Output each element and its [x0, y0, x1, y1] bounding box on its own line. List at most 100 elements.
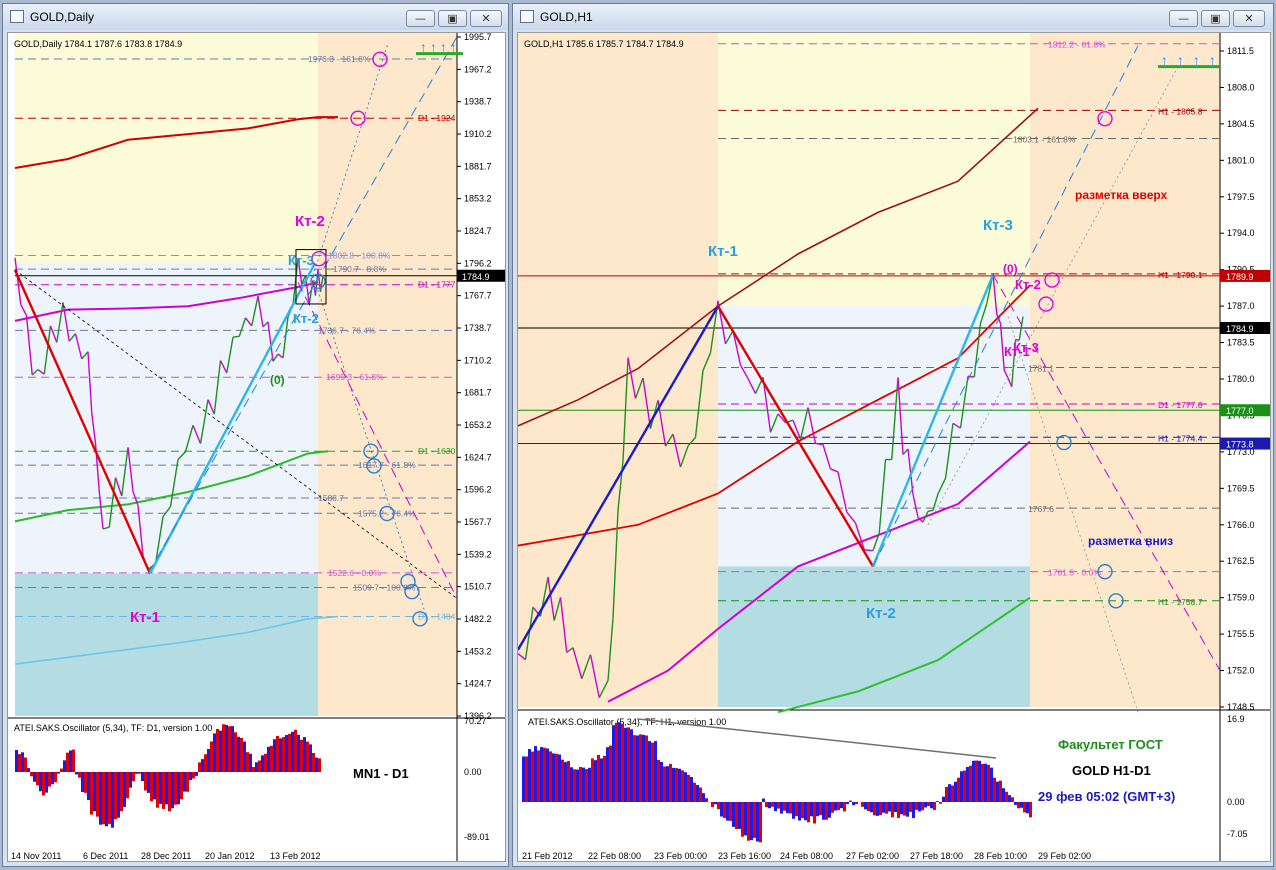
oscillator-bar [81, 772, 84, 793]
x-tick-label: 6 Dec 2011 [83, 851, 128, 861]
oscillator-bar [921, 802, 924, 811]
right-chart-window[interactable]: GOLD,H1 — ▣ ✕ GOLD,H1 1785.6 1785.7 1784… [512, 3, 1274, 867]
oscillator-bar [876, 802, 879, 816]
oscillator-bar [996, 781, 999, 802]
oscillator-bar [183, 772, 186, 792]
oscillator-bar [252, 767, 255, 772]
oscillator-bar [102, 772, 105, 825]
oscillator-bar [951, 785, 954, 802]
oscillator-bar [774, 802, 777, 812]
oscillator-bar [270, 745, 273, 772]
oscillator-bar [534, 746, 537, 802]
oscillator-bar [612, 725, 615, 802]
kt-annotation: Кт-3 [288, 253, 314, 268]
oscillator-bar [963, 770, 966, 802]
minimize-button[interactable]: — [406, 10, 435, 27]
oscillator-bar [639, 734, 642, 802]
level-label: 1790.7 - 8.8% [333, 264, 386, 274]
up-arrow-icon: ↑ [1177, 53, 1184, 68]
oscillator-bar [561, 759, 564, 802]
oscillator-bar [801, 802, 804, 819]
current-price-label: 1784.9 [462, 272, 490, 282]
level-label: 1522.6 - 0.0% [328, 568, 381, 578]
info-faculty: Факультет ГОСТ [1058, 737, 1163, 752]
oscillator-bar [279, 738, 282, 772]
oscillator-bar [732, 802, 735, 827]
level-label: 1803.1 - 161.8% [1013, 134, 1076, 144]
maximize-button[interactable]: ▣ [438, 10, 467, 27]
oscillator-bar [60, 768, 63, 772]
oscillator-bar [306, 741, 309, 772]
oscillator-bar [93, 772, 96, 812]
left-chart-area[interactable]: GOLD,Daily 1784.1 1787.6 1783.8 1784.9 19… [7, 32, 506, 862]
oscillator-bar [1020, 802, 1023, 808]
oscillator-bar [690, 776, 693, 802]
x-tick-label: 28 Dec 2011 [141, 851, 191, 861]
price-tag-label: 1777.0 [1226, 406, 1254, 416]
oscillator-bar [180, 772, 183, 800]
oscillator-bar [150, 772, 153, 802]
kt-annotation: Кт-2 [295, 213, 325, 230]
oscillator-bar [783, 802, 786, 811]
oscillator-bar [30, 772, 33, 777]
oscillator-bar [849, 800, 852, 802]
y-tick-label: 1995.7 [464, 33, 492, 42]
oscillator-bar [747, 802, 750, 841]
oscillator-bar [846, 802, 849, 805]
right-chart-area[interactable]: GOLD,H1 1785.6 1785.7 1784.7 1784.9 1811.… [517, 32, 1271, 862]
middle-zone [15, 263, 318, 574]
oscillator-bar [912, 802, 915, 819]
oscillator-bar [78, 772, 81, 778]
oscillator-bar [948, 784, 951, 802]
oscillator-bar [939, 802, 942, 804]
level-label: H1 - 1805.8 [1158, 106, 1203, 116]
oscillator-bar [711, 802, 714, 808]
oscillator-bar [129, 772, 132, 788]
oscillator-tick: 0.00 [464, 767, 482, 777]
oscillator-bar [246, 752, 249, 772]
kt-annotation: Кт-2 [1015, 277, 1041, 292]
x-tick-label: 20 Jan 2012 [205, 851, 255, 861]
up-arrow-icon: ↑ [430, 40, 437, 55]
minimize-button[interactable]: — [1169, 10, 1198, 27]
oscillator-bar [573, 769, 576, 802]
oscillator-bar [282, 737, 285, 772]
oscillator-bar [45, 772, 48, 793]
x-tick-label: 24 Feb 08:00 [780, 851, 833, 861]
oscillator-bar [567, 761, 570, 802]
y-tick-label: 1811.5 [1227, 46, 1254, 56]
oscillator-bar [294, 729, 297, 772]
oscillator-bar [822, 802, 825, 820]
right-titlebar[interactable]: GOLD,H1 — ▣ ✕ [513, 4, 1273, 30]
close-button[interactable]: ✕ [1233, 10, 1265, 27]
oscillator-bar [852, 802, 855, 806]
oscillator-bar [918, 802, 921, 812]
middle-zone [718, 306, 1030, 567]
oscillator-bar [810, 802, 813, 817]
y-tick-label: 1738.7 [464, 323, 492, 333]
kt-annotation: Кт-3 [983, 217, 1013, 234]
oscillator-bar [993, 777, 996, 802]
oscillator-bar [117, 772, 120, 818]
info-datetime: 29 фев 05:02 (GMT+3) [1038, 789, 1175, 804]
oscillator-bar [66, 752, 69, 772]
oscillator-bar [264, 753, 267, 772]
oscillator-bar [777, 802, 780, 809]
price-segment [232, 335, 240, 338]
oscillator-bar [300, 739, 303, 772]
close-button[interactable]: ✕ [470, 10, 502, 27]
oscillator-bar [978, 760, 981, 802]
left-titlebar[interactable]: GOLD,Daily — ▣ ✕ [3, 4, 508, 30]
y-tick-label: 1780.0 [1227, 374, 1255, 384]
oscillator-bar [171, 772, 174, 809]
kt-annotation: Кт-1 [130, 609, 160, 626]
oscillator-bar [54, 772, 57, 783]
oscillator-bar [255, 762, 258, 772]
history-zone [518, 33, 718, 707]
y-tick-label: 1853.2 [464, 194, 492, 204]
y-tick-label: 1762.5 [1227, 556, 1255, 566]
oscillator-bar [231, 726, 234, 772]
maximize-button[interactable]: ▣ [1201, 10, 1230, 27]
oscillator-bar [702, 793, 705, 802]
left-chart-window[interactable]: GOLD,Daily — ▣ ✕ GOLD,Daily 1784.1 1787.… [2, 3, 509, 867]
